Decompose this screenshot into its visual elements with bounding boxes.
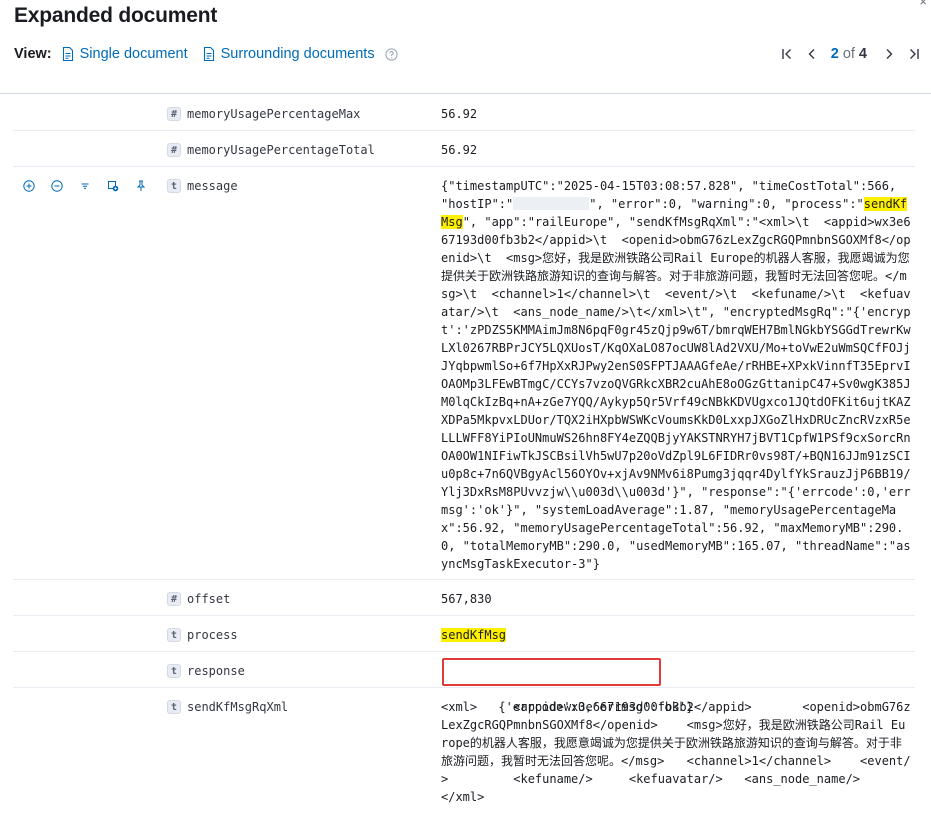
field-row-memoryUsagePercentageTotal: # memoryUsagePercentageTotal 56.92 (13, 131, 915, 167)
view-toolbar: View: Single document Surrounding docume… (14, 44, 398, 64)
field-row-message: t message {"timestampUTC":"2025-04-15T03… (13, 167, 915, 580)
field-name: t response (167, 664, 245, 678)
close-icon[interactable]: × (919, 0, 927, 9)
field-value: 56.92 (441, 143, 478, 157)
field-row-sendKfMsgRqXml: t sendKfMsgRqXml <xml> <appid>wx3e667193… (13, 688, 915, 814)
text-type-icon: t (167, 179, 181, 193)
field-name-label: process (187, 628, 238, 642)
red-callout-box (442, 658, 661, 686)
field-row-memoryUsagePercentageMax: # memoryUsagePercentageMax 56.92 (13, 95, 915, 131)
toggle-column-icon[interactable] (106, 179, 120, 193)
filter-out-value-icon[interactable] (50, 179, 64, 193)
header-divider (0, 93, 931, 94)
field-value: sendKfMsg (441, 626, 911, 644)
field-name-label: message (187, 179, 238, 193)
filter-for-value-icon[interactable] (22, 179, 36, 193)
field-name: # memoryUsagePercentageMax (167, 107, 360, 121)
previous-page-icon[interactable] (801, 43, 823, 65)
field-actions (22, 179, 162, 193)
field-row-process: t process sendKfMsg (13, 616, 915, 652)
message-text-mid: ", "error":0, "warning":0, "process":" (589, 197, 864, 211)
field-row-offset: # offset 567,830 (13, 580, 915, 616)
document-fields-table: # memoryUsagePercentageMax 56.92 # memor… (13, 95, 915, 814)
field-value: 567,830 (441, 592, 492, 606)
page-of-label: of (842, 46, 855, 62)
field-name: t process (167, 628, 238, 642)
field-name: t sendKfMsgRqXml (167, 700, 288, 714)
text-type-icon: t (167, 700, 181, 714)
document-icon (62, 47, 73, 61)
surrounding-documents-link[interactable]: Surrounding documents (202, 46, 375, 62)
message-value: {"timestampUTC":"2025-04-15T03:08:57.828… (441, 177, 911, 573)
field-name-label: memoryUsagePercentageTotal (187, 143, 375, 157)
single-document-link[interactable]: Single document (62, 46, 188, 62)
last-page-icon[interactable] (903, 43, 925, 65)
field-value: 56.92 (441, 107, 478, 121)
number-type-icon: # (167, 592, 181, 606)
text-type-icon: t (167, 628, 181, 642)
field-name: # offset (167, 592, 230, 606)
number-type-icon: # (167, 107, 181, 121)
field-name: # memoryUsagePercentageTotal (167, 143, 375, 157)
filter-exists-icon[interactable] (78, 179, 92, 193)
document-pager: 2 of 4 (773, 43, 925, 65)
number-type-icon: # (167, 143, 181, 157)
documents-icon (203, 47, 214, 61)
flyout-title: Expanded document (14, 4, 218, 27)
field-name-label: memoryUsagePercentageMax (187, 107, 361, 121)
message-text-rest: ", "app":"railEurope", "sendKfMsgRqXml":… (441, 215, 911, 571)
view-label: View: (14, 46, 52, 62)
help-icon[interactable] (384, 47, 398, 61)
surrounding-documents-label[interactable]: Surrounding documents (221, 46, 375, 62)
redacted-ip (513, 197, 590, 210)
text-type-icon: t (167, 664, 181, 678)
field-value: <xml> <appid>wx3e667193d00fb3b2</appid> … (441, 700, 911, 804)
field-row-response: t response {'errcode':0,'errmsg':'ok'} (13, 652, 915, 714)
process-highlight: sendKfMsg (441, 628, 507, 642)
pin-field-icon[interactable] (134, 179, 148, 193)
current-page[interactable]: 2 (831, 46, 839, 62)
field-name-label: sendKfMsgRqXml (187, 700, 289, 714)
field-name: t message (167, 179, 238, 193)
first-page-icon[interactable] (776, 43, 798, 65)
field-name-label: offset (187, 592, 231, 606)
total-pages: 4 (858, 46, 867, 62)
next-page-icon[interactable] (878, 43, 900, 65)
single-document-label[interactable]: Single document (80, 46, 188, 62)
field-name-label: response (187, 664, 245, 678)
